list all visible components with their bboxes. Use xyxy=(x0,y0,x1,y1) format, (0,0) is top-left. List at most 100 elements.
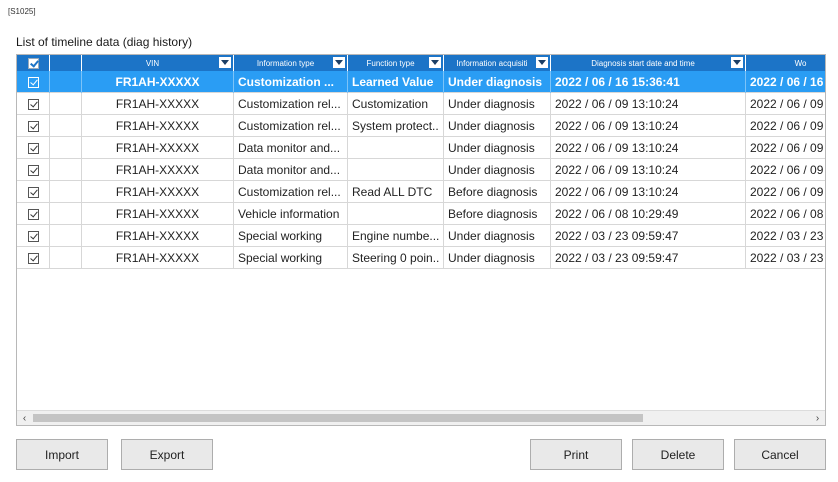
horizontal-scrollbar[interactable]: ‹ › xyxy=(17,410,825,425)
table-row[interactable]: FR1AH-XXXXX Special working Steering 0 poi… xyxy=(17,247,825,269)
filter-dropdown-icon[interactable] xyxy=(731,57,743,68)
cell-information-type: Special working xyxy=(234,247,348,269)
cell-vin-text: FR1AH-XXXXX xyxy=(115,251,200,265)
cell-function-type: Read ALL DTC xyxy=(348,181,444,203)
row-checkbox[interactable] xyxy=(17,203,50,225)
header-function-type[interactable]: Function type xyxy=(348,55,444,71)
cell-vin-text: FR1AH-XXXXX xyxy=(115,163,200,177)
scroll-thumb[interactable] xyxy=(33,414,643,422)
print-button[interactable]: Print xyxy=(530,439,622,470)
cell-working: 2022 / 06 / 09 13 xyxy=(746,137,825,159)
filter-dropdown-icon[interactable] xyxy=(219,57,231,68)
check-icon xyxy=(27,142,39,154)
cell-information-type: Data monitor and... xyxy=(234,159,348,181)
cell-working-text: 2022 / 06 / 08 10 xyxy=(750,207,825,221)
cell-information-type-text: Special working xyxy=(238,251,323,265)
header-diagnosis-start[interactable]: Diagnosis start date and time xyxy=(551,55,746,71)
cell-information-type-text: Vehicle information xyxy=(238,207,340,221)
table-row[interactable]: FR1AH-XXXXX Data monitor and... Under diag… xyxy=(17,159,825,181)
cell-working-text: 2022 / 03 / 23 10 xyxy=(750,229,825,243)
cell-information-acquisition: Under diagnosis xyxy=(444,225,551,247)
cancel-button[interactable]: Cancel xyxy=(734,439,826,470)
export-button[interactable]: Export xyxy=(121,439,213,470)
cell-information-acquisition: Under diagnosis xyxy=(444,115,551,137)
screen-id: [S1025] xyxy=(8,7,36,16)
table-row[interactable]: FR1AH-XXXXX Customization rel... Customiza… xyxy=(17,93,825,115)
filter-dropdown-icon[interactable] xyxy=(333,57,345,68)
cell-diagnosis-start: 2022 / 06 / 09 13:10:24 xyxy=(551,159,746,181)
table-row[interactable]: FR1AH-XXXXX Vehicle information Before dia… xyxy=(17,203,825,225)
cell-working-text: 2022 / 06 / 09 13 xyxy=(750,163,825,177)
cell-function-type-text: Learned Value xyxy=(352,75,434,89)
cell-information-acquisition-text: Under diagnosis xyxy=(448,97,535,111)
cell-blank xyxy=(50,225,82,247)
header-label: Information acquisiti xyxy=(456,58,528,68)
cell-vin-text: FR1AH-XXXXX xyxy=(115,229,200,243)
row-checkbox[interactable] xyxy=(17,71,50,93)
cell-vin: FR1AH-XXXXX xyxy=(82,181,234,203)
row-checkbox[interactable] xyxy=(17,181,50,203)
cell-information-type-text: Customization rel... xyxy=(238,185,341,199)
cell-vin: FR1AH-XXXXX xyxy=(82,225,234,247)
table-row[interactable]: FR1AH-XXXXX Customization rel... System pr… xyxy=(17,115,825,137)
cell-vin: FR1AH-XXXXX xyxy=(82,159,234,181)
scroll-right-icon[interactable]: › xyxy=(810,411,825,425)
cell-information-acquisition-text: Under diagnosis xyxy=(448,251,535,265)
import-button[interactable]: Import xyxy=(16,439,108,470)
row-checkbox[interactable] xyxy=(17,247,50,269)
header-information-type[interactable]: Information type xyxy=(234,55,348,71)
filter-dropdown-icon[interactable] xyxy=(536,57,548,68)
table-row[interactable]: FR1AH-XXXXX Customization ... Learned Valu… xyxy=(17,71,825,93)
cell-working-text: 2022 / 06 / 09 13 xyxy=(750,185,825,199)
row-checkbox[interactable] xyxy=(17,225,50,247)
cell-information-acquisition-text: Under diagnosis xyxy=(448,75,543,89)
cell-working-text: 2022 / 03 / 23 10 xyxy=(750,251,825,265)
cell-information-acquisition: Under diagnosis xyxy=(444,159,551,181)
cell-information-type-text: Data monitor and... xyxy=(238,141,341,155)
check-icon xyxy=(27,98,39,110)
cell-vin: FR1AH-XXXXX xyxy=(82,247,234,269)
header-vin[interactable]: VIN xyxy=(82,55,234,71)
cell-working-text: 2022 / 06 / 09 14 xyxy=(750,97,825,111)
table-row[interactable]: FR1AH-XXXXX Customization rel... Read ALL … xyxy=(17,181,825,203)
header-working[interactable]: Wo xyxy=(746,55,825,71)
cell-vin: FR1AH-XXXXX xyxy=(82,203,234,225)
header-blank xyxy=(50,55,82,71)
table-row[interactable]: FR1AH-XXXXX Special working Engine numbe..… xyxy=(17,225,825,247)
cell-vin: FR1AH-XXXXX xyxy=(82,115,234,137)
row-checkbox[interactable] xyxy=(17,115,50,137)
scroll-left-icon[interactable]: ‹ xyxy=(17,411,32,425)
delete-button[interactable]: Delete xyxy=(632,439,724,470)
timeline-data-grid[interactable]: VIN Information type Function type Infor… xyxy=(16,54,826,426)
header-information-acquisition[interactable]: Information acquisiti xyxy=(444,55,551,71)
cell-information-acquisition-text: Under diagnosis xyxy=(448,229,535,243)
cell-vin-text: FR1AH-XXXXX xyxy=(115,119,200,133)
header-label: Wo xyxy=(794,58,807,68)
row-checkbox[interactable] xyxy=(17,159,50,181)
cell-information-acquisition: Before diagnosis xyxy=(444,203,551,225)
cell-diagnosis-start-text: 2022 / 06 / 16 15:36:41 xyxy=(555,75,680,89)
cell-working: 2022 / 06 / 09 13 xyxy=(746,159,825,181)
filter-dropdown-icon[interactable] xyxy=(429,57,441,68)
cell-function-type-text: Customization xyxy=(352,97,429,111)
cell-function-type: Engine numbe... xyxy=(348,225,444,247)
cell-diagnosis-start: 2022 / 06 / 16 15:36:41 xyxy=(551,71,746,93)
cell-blank xyxy=(50,247,82,269)
grid-header: VIN Information type Function type Infor… xyxy=(17,55,825,71)
check-icon xyxy=(27,76,39,88)
grid-body: FR1AH-XXXXX Customization ... Learned Valu… xyxy=(17,71,825,269)
cell-working: 2022 / 06 / 09 14 xyxy=(746,115,825,137)
cell-blank xyxy=(50,115,82,137)
check-icon xyxy=(27,164,39,176)
cell-working: 2022 / 03 / 23 10 xyxy=(746,247,825,269)
cell-blank xyxy=(50,159,82,181)
cell-vin: FR1AH-XXXXX xyxy=(82,71,234,93)
table-row[interactable]: FR1AH-XXXXX Data monitor and... Under diag… xyxy=(17,137,825,159)
cell-information-type: Customization rel... xyxy=(234,93,348,115)
header-select-all-checkbox[interactable] xyxy=(17,55,50,71)
cell-blank xyxy=(50,181,82,203)
section-title: List of timeline data (diag history) xyxy=(16,35,193,49)
row-checkbox[interactable] xyxy=(17,137,50,159)
check-icon xyxy=(27,57,39,69)
row-checkbox[interactable] xyxy=(17,93,50,115)
